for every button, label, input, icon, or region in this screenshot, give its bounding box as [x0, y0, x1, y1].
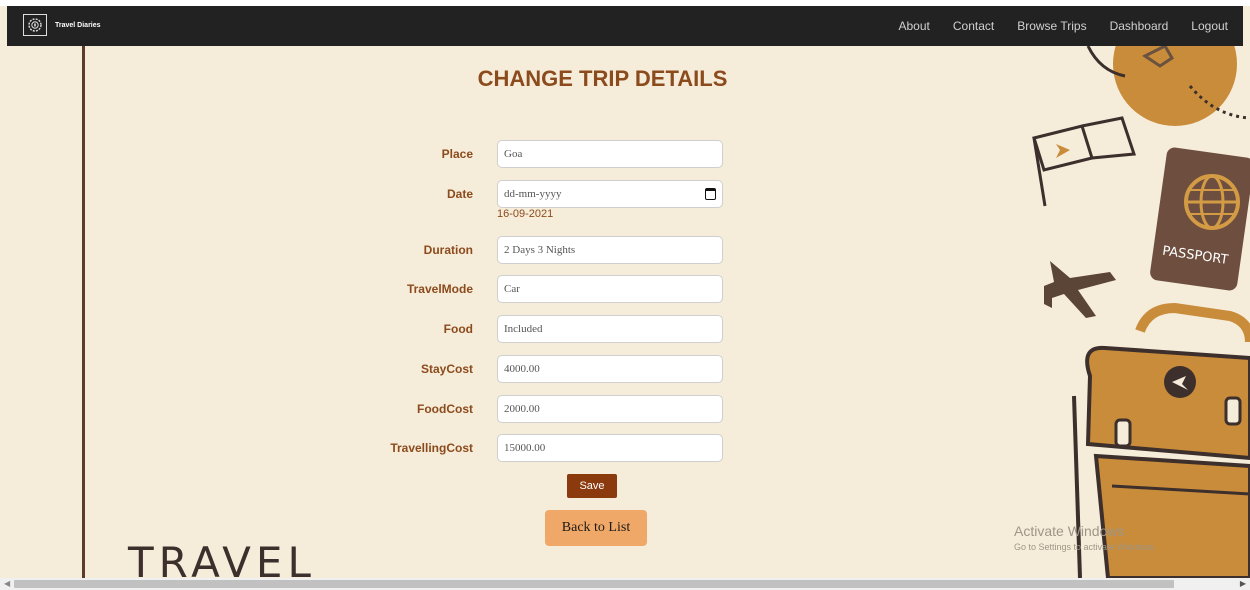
duration-label: Duration [423, 243, 473, 257]
duration-row: Duration 2 Days 3 Nights [300, 236, 730, 266]
back-to-list-button[interactable]: Back to List [545, 510, 647, 546]
navbar: Travel Diaries About Contact Browse Trip… [7, 6, 1243, 46]
travel-mode-input[interactable]: Car [497, 275, 723, 303]
watermark-title: Activate Windows [1014, 523, 1125, 539]
nav-contact-link[interactable]: Contact [953, 19, 994, 33]
nav-browse-trips-link[interactable]: Browse Trips [1017, 19, 1086, 33]
travel-mode-label: TravelMode [406, 282, 473, 296]
scroll-left-arrow-icon[interactable]: ◀ [4, 579, 10, 588]
date-input[interactable]: dd-mm-yyyy [497, 180, 723, 208]
food-label: Food [443, 322, 473, 336]
calendar-icon[interactable] [705, 188, 716, 200]
brand[interactable]: Travel Diaries [23, 14, 101, 36]
travelling-cost-row: TravellingCost 15000.00 [300, 434, 730, 464]
compass-logo-icon [23, 14, 47, 36]
nav-logout-link[interactable]: Logout [1191, 19, 1228, 33]
food-input[interactable]: Included [497, 315, 723, 343]
place-label: Place [441, 147, 473, 161]
food-cost-label: FoodCost [417, 402, 473, 416]
flag-icon [1032, 116, 1137, 207]
stay-cost-row: StayCost 4000.00 [300, 355, 730, 385]
decorative-vertical-line [82, 46, 85, 580]
globe-icon [1113, 46, 1237, 126]
stay-cost-label: StayCost [420, 362, 473, 376]
date-placeholder: dd-mm-yyyy [504, 188, 562, 200]
travel-illustration: PASSPORT [1032, 46, 1250, 578]
airplane-icon [1044, 261, 1116, 318]
place-input[interactable]: Goa [497, 140, 723, 168]
activate-windows-watermark: Activate Windows Go to Settings to activ… [1014, 523, 1156, 552]
food-row: Food Included [300, 315, 730, 345]
nav-dashboard-link[interactable]: Dashboard [1110, 19, 1169, 33]
stay-cost-input[interactable]: 4000.00 [497, 355, 723, 383]
scrollbar-thumb[interactable] [14, 580, 1174, 588]
watermark-subtitle: Go to Settings to activate Windows. [1014, 542, 1157, 552]
date-row: Date dd-mm-yyyy [300, 180, 730, 210]
passport-icon: PASSPORT [1150, 147, 1250, 291]
save-button[interactable]: Save [567, 474, 617, 498]
travelling-cost-label: TravellingCost [390, 441, 473, 455]
place-row: Place Goa [300, 140, 730, 170]
scroll-right-arrow-icon[interactable]: ▶ [1240, 579, 1246, 588]
food-cost-row: FoodCost 2000.00 [300, 395, 730, 425]
current-date-text: 16-09-2021 [497, 208, 554, 220]
duration-input[interactable]: 2 Days 3 Nights [497, 236, 723, 264]
brand-name: Travel Diaries [55, 21, 101, 29]
nav-about-link[interactable]: About [899, 19, 930, 33]
page-title: CHANGE TRIP DETAILS [477, 66, 728, 91]
travelling-cost-input[interactable]: 15000.00 [497, 434, 723, 462]
horizontal-scrollbar[interactable]: ◀ ▶ [0, 578, 1250, 590]
date-label: Date [446, 187, 473, 201]
travel-mode-row: TravelMode Car [300, 275, 730, 305]
nav-links: About Contact Browse Trips Dashboard Log… [899, 6, 1244, 46]
food-cost-input[interactable]: 2000.00 [497, 395, 723, 423]
